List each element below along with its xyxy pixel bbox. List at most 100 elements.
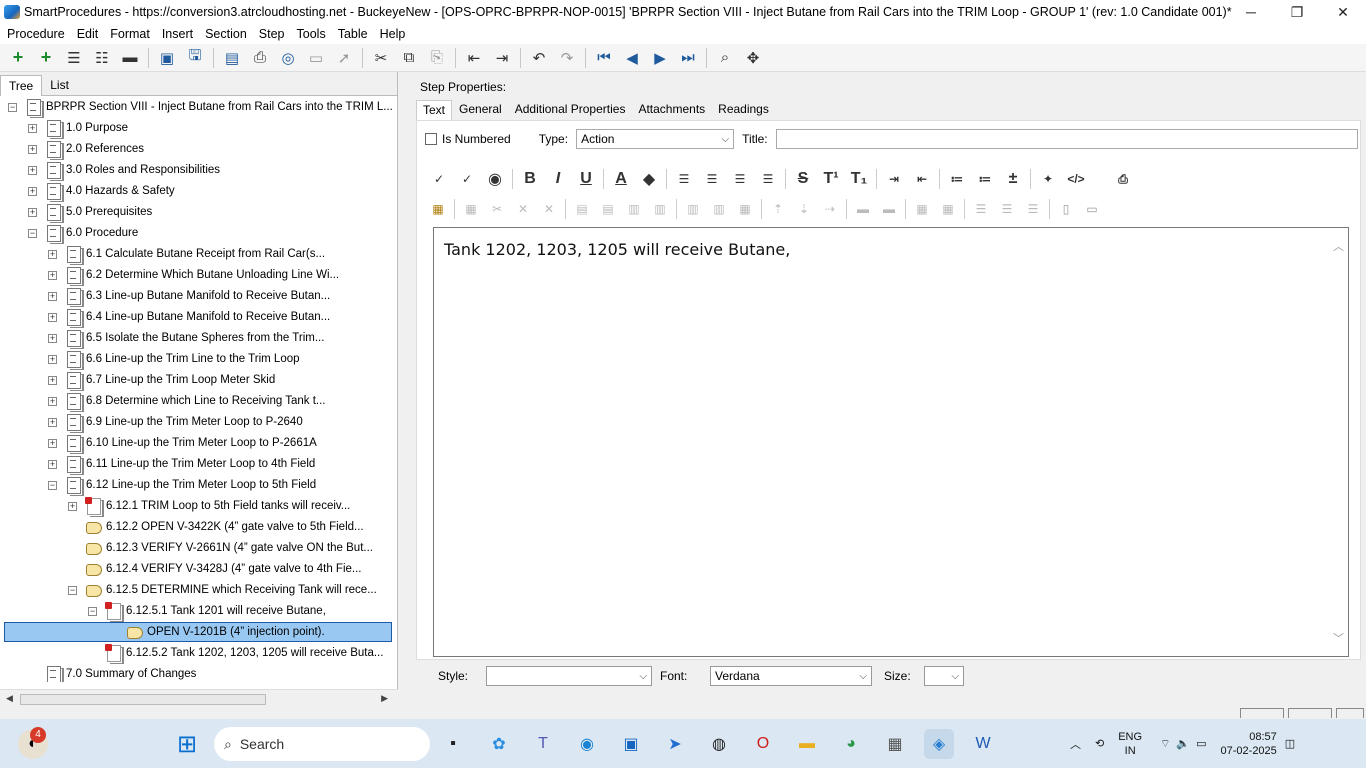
col-insert-icon[interactable]: ▦ <box>911 200 933 218</box>
taskbar-search[interactable]: ⌕ Search <box>214 727 430 761</box>
tree-node-selected[interactable]: OPEN V-1201B (4” injection point). <box>4 622 392 642</box>
justify-icon[interactable]: ☰ <box>755 167 781 191</box>
task-view-icon[interactable]: ▪ <box>438 729 468 759</box>
row-delete-icon[interactable]: ⇢ <box>819 200 841 218</box>
is-numbered-checkbox[interactable] <box>425 133 437 145</box>
tree-horizontal-scrollbar[interactable]: ◀ ▶ <box>0 689 398 707</box>
collapse-icon[interactable]: − <box>8 102 17 112</box>
expand-icon[interactable]: + <box>28 144 37 154</box>
scroll-right-icon[interactable]: ▶ <box>381 693 388 704</box>
network-status-icon[interactable]: ⟲ <box>1095 737 1104 750</box>
subscript-icon[interactable]: T₁ <box>846 167 872 191</box>
redo-icon[interactable]: ↷ <box>556 47 578 69</box>
chrome-icon[interactable]: ◕ <box>836 729 866 759</box>
collapse-icon[interactable]: − <box>68 585 77 595</box>
print-icon[interactable]: ⎙ <box>249 47 271 69</box>
expand-icon[interactable]: + <box>48 438 57 448</box>
strikethrough-icon[interactable]: S <box>790 167 816 191</box>
battery-icon[interactable]: ▭ <box>1196 737 1206 750</box>
title-input[interactable] <box>775 129 1358 149</box>
volume-icon[interactable]: 🔈 <box>1176 737 1190 750</box>
save-icon[interactable]: 🖫 <box>184 47 206 69</box>
tab-attachments[interactable]: Attachments <box>632 100 711 120</box>
menu-tools[interactable]: Tools <box>291 27 332 41</box>
tree-node[interactable]: +2.0 References <box>28 139 144 159</box>
dell-icon[interactable]: ◍ <box>704 729 734 759</box>
split-icon[interactable]: ▬ <box>852 200 874 218</box>
table-props-icon[interactable]: ▦ <box>460 200 482 218</box>
window-icon[interactable]: ▭ <box>305 47 327 69</box>
expand-icon[interactable]: + <box>48 291 57 301</box>
redo-arrow-icon[interactable]: ➚ <box>333 47 355 69</box>
insert-line-icon[interactable]: ± <box>1000 167 1026 191</box>
split-cell-icon[interactable]: ▬ <box>878 200 900 218</box>
undo-icon[interactable]: ↶ <box>528 47 550 69</box>
tree-node[interactable]: − 6.12.5 DETERMINE which Receiving Tank w… <box>68 580 377 600</box>
previous-icon[interactable]: ◀ <box>621 47 643 69</box>
tree-node[interactable]: +6.12.1 TRIM Loop to 5th Field tanks wil… <box>68 496 350 516</box>
superscript-icon[interactable]: T¹ <box>818 167 844 191</box>
start-icon[interactable]: ⊞ <box>172 729 202 759</box>
spellcheck-icon[interactable]: ✓ <box>426 167 452 191</box>
bulleted-list-icon[interactable]: ≔ <box>944 167 970 191</box>
monitor-icon[interactable]: ▤ <box>221 47 243 69</box>
tree-node[interactable]: +4.0 Hazards & Safety <box>28 181 175 201</box>
mail-icon[interactable]: ➤ <box>660 729 690 759</box>
minimize-button[interactable]: ─ <box>1228 0 1274 24</box>
bold-icon[interactable]: B <box>517 167 543 191</box>
row-icon[interactable]: ▤ <box>571 200 593 218</box>
tree-node[interactable]: 6.12.3 VERIFY V-2661N (4” gate valve ON … <box>68 538 373 558</box>
indent-icon[interactable]: ⇥ <box>491 47 513 69</box>
font-select[interactable]: Verdana ⌵ <box>710 666 872 686</box>
collapse-icon[interactable]: − <box>48 480 57 490</box>
clock[interactable]: 08:57 07-02-2025 <box>1221 730 1277 758</box>
tab-tree[interactable]: Tree <box>0 75 43 96</box>
expand-icon[interactable]: + <box>48 312 57 322</box>
expand-icon[interactable]: + <box>48 459 57 469</box>
tab-general[interactable]: General <box>453 100 508 120</box>
tree-node[interactable]: +6.2 Determine Which Butane Unloading Li… <box>48 265 339 285</box>
tree-node[interactable]: +6.1 Calculate Butane Receipt from Rail … <box>48 244 325 264</box>
expand-icon[interactable]: + <box>28 186 37 196</box>
close-button[interactable]: ✕ <box>1320 0 1366 24</box>
align-center-icon[interactable]: ☰ <box>699 167 725 191</box>
tab-additional-properties[interactable]: Additional Properties <box>509 100 632 120</box>
add-icon[interactable]: + <box>7 47 29 69</box>
tree-node[interactable]: +5.0 Prerequisites <box>28 202 152 222</box>
cell-props-icon[interactable]: ▥ <box>623 200 645 218</box>
tree-node[interactable]: +6.11 Line-up the Trim Meter Loop to 4th… <box>48 454 315 474</box>
list-detail-icon[interactable]: ☷ <box>91 47 113 69</box>
type-select[interactable]: Action ⌵ <box>576 129 735 149</box>
edge-icon[interactable]: ◉ <box>572 729 602 759</box>
expand-icon[interactable]: + <box>48 375 57 385</box>
tree-node[interactable]: +1.0 Purpose <box>28 118 128 138</box>
delete-table-icon[interactable]: ✕ <box>512 200 534 218</box>
collapse-icon[interactable]: − <box>28 228 37 238</box>
expand-icon[interactable]: + <box>28 207 37 217</box>
expand-icon[interactable]: + <box>48 417 57 427</box>
scroll-up-icon[interactable]: ︿ <box>1333 238 1344 254</box>
menu-section[interactable]: Section <box>199 27 253 41</box>
expand-icon[interactable]: + <box>48 333 57 343</box>
row-props-icon[interactable]: ▤ <box>597 200 619 218</box>
tab-list[interactable]: List <box>42 75 77 95</box>
menu-edit[interactable]: Edit <box>71 27 105 41</box>
move-icon[interactable]: ✥ <box>742 47 764 69</box>
next-icon[interactable]: ▶ <box>649 47 671 69</box>
italic-icon[interactable]: I <box>545 167 571 191</box>
decrease-indent-icon[interactable]: ⇤ <box>909 167 935 191</box>
expand-icon[interactable]: + <box>28 123 37 133</box>
editor-text[interactable]: Tank 1202, 1203, 1205 will receive Butan… <box>444 240 790 259</box>
maximize-button[interactable]: ❐ <box>1274 0 1320 24</box>
font-color-icon[interactable]: A <box>608 167 634 191</box>
menu-insert[interactable]: Insert <box>156 27 199 41</box>
merge-icon[interactable]: ▦ <box>734 200 756 218</box>
expand-icon[interactable]: + <box>48 396 57 406</box>
tree-node[interactable]: 7.0 Summary of Changes <box>28 664 196 682</box>
spellcheck-auto-icon[interactable]: ✓ <box>454 167 480 191</box>
scroll-left-icon[interactable]: ◀ <box>6 693 13 704</box>
underline-icon[interactable]: U <box>573 167 599 191</box>
row-above-icon[interactable]: ⇡ <box>767 200 789 218</box>
expand-icon[interactable]: + <box>68 501 77 511</box>
collapse-icon[interactable]: − <box>88 606 97 616</box>
